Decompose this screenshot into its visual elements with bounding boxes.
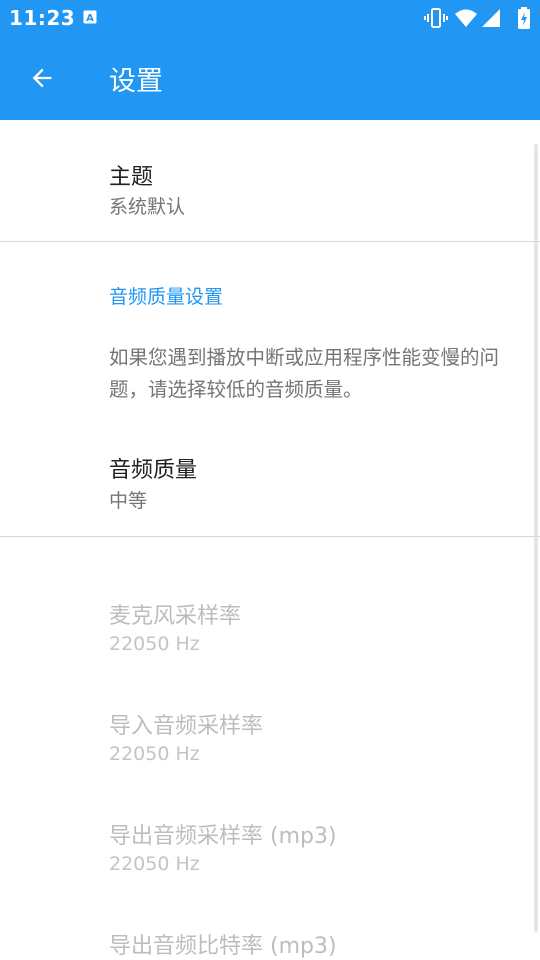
mic-sample-rate-title: 麦克风采样率 <box>109 604 242 629</box>
export-bitrate-title: 导出音频比特率 (mp3) <box>109 934 337 959</box>
arrow-left-icon <box>32 68 52 88</box>
mic-sample-rate-preference: 麦克风采样率 22050 Hz <box>0 580 540 690</box>
back-button[interactable] <box>14 50 70 106</box>
audio-quality-category-title: 音频质量设置 <box>109 286 224 308</box>
wifi-icon <box>455 9 477 27</box>
audio-quality-title: 音频质量 <box>109 458 198 483</box>
mic-sample-rate-summary: 22050 Hz <box>109 633 200 655</box>
theme-preference[interactable]: 主题 系统默认 <box>0 120 540 241</box>
theme-summary: 系统默认 <box>109 196 186 218</box>
export-sample-rate-summary: 22050 Hz <box>109 853 200 875</box>
theme-title: 主题 <box>109 165 154 190</box>
import-sample-rate-title: 导入音频采样率 <box>109 714 264 739</box>
cell-signal-icon <box>482 9 500 27</box>
audio-quality-info: 如果您遇到播放中断或应用程序性能变慢的问题，请选择较低的音频质量。 <box>109 346 500 401</box>
import-sample-rate-summary: 22050 Hz <box>109 743 200 765</box>
export-bitrate-preference: 导出音频比特率 (mp3) <box>0 910 540 960</box>
status-bar: 11:23 A <box>0 0 540 36</box>
settings-list[interactable]: 主题 系统默认 音频质量设置 如果您遇到播放中断或应用程序性能变慢的问题，请选择… <box>0 120 540 960</box>
divider <box>0 241 540 242</box>
audio-quality-summary: 中等 <box>109 490 148 512</box>
vibrate-icon <box>424 8 448 28</box>
settings-screen: 11:23 A 设置 主题 系统默认 音频质量设置 如果您遇到播放中断或应用程序… <box>0 0 540 960</box>
status-time: 11:23 <box>9 6 76 30</box>
page-title: 设置 <box>109 66 163 97</box>
import-sample-rate-preference: 导入音频采样率 22050 Hz <box>0 690 540 800</box>
font-a-icon: A <box>83 10 97 24</box>
export-sample-rate-preference: 导出音频采样率 (mp3) 22050 Hz <box>0 800 540 910</box>
export-sample-rate-title: 导出音频采样率 (mp3) <box>109 824 337 849</box>
app-bar: 设置 <box>0 36 540 120</box>
divider <box>0 536 540 537</box>
battery-charging-icon <box>518 7 530 29</box>
audio-quality-preference[interactable]: 音频质量 中等 <box>0 430 540 536</box>
svg-text:A: A <box>86 13 94 24</box>
